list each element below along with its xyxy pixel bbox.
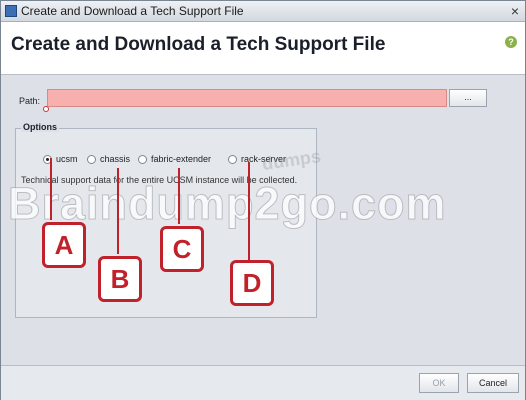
options-legend: Options [21, 122, 59, 132]
radio-button-icon[interactable] [138, 155, 147, 165]
dialog-header: Create and Download a Tech Support File … [1, 22, 525, 75]
radio-button-icon[interactable] [228, 155, 237, 165]
title-bar: Create and Download a Tech Support File … [1, 1, 525, 22]
radio-chassis[interactable]: chassis [87, 154, 131, 165]
help-icon[interactable]: ? [505, 36, 517, 48]
callout-line-d [248, 162, 250, 262]
radio-label: chassis [100, 154, 131, 164]
window-title: Create and Download a Tech Support File [21, 4, 244, 18]
path-label: Path: [19, 96, 41, 106]
page-title: Create and Download a Tech Support File [11, 34, 386, 55]
callout-line-c [178, 168, 180, 224]
callout-b: B [98, 256, 142, 302]
callout-line-a [50, 158, 52, 220]
browse-button[interactable]: ... [449, 89, 487, 107]
path-input[interactable] [47, 89, 447, 107]
callout-c: C [160, 226, 204, 272]
callout-line-b [117, 168, 119, 254]
radio-fabric-extender[interactable]: fabric-extender [138, 154, 212, 165]
radio-label: ucsm [56, 154, 78, 164]
error-indicator-icon [43, 106, 49, 112]
app-icon [5, 5, 17, 17]
ok-button[interactable]: OK [419, 373, 459, 393]
callout-a: A [42, 222, 86, 268]
close-icon[interactable]: × [511, 2, 519, 20]
radio-button-icon[interactable] [87, 155, 96, 165]
radio-ucsm[interactable]: ucsm [43, 154, 78, 165]
radio-label: fabric-extender [151, 154, 212, 164]
cancel-button[interactable]: Cancel [467, 373, 519, 393]
callout-d: D [230, 260, 274, 306]
